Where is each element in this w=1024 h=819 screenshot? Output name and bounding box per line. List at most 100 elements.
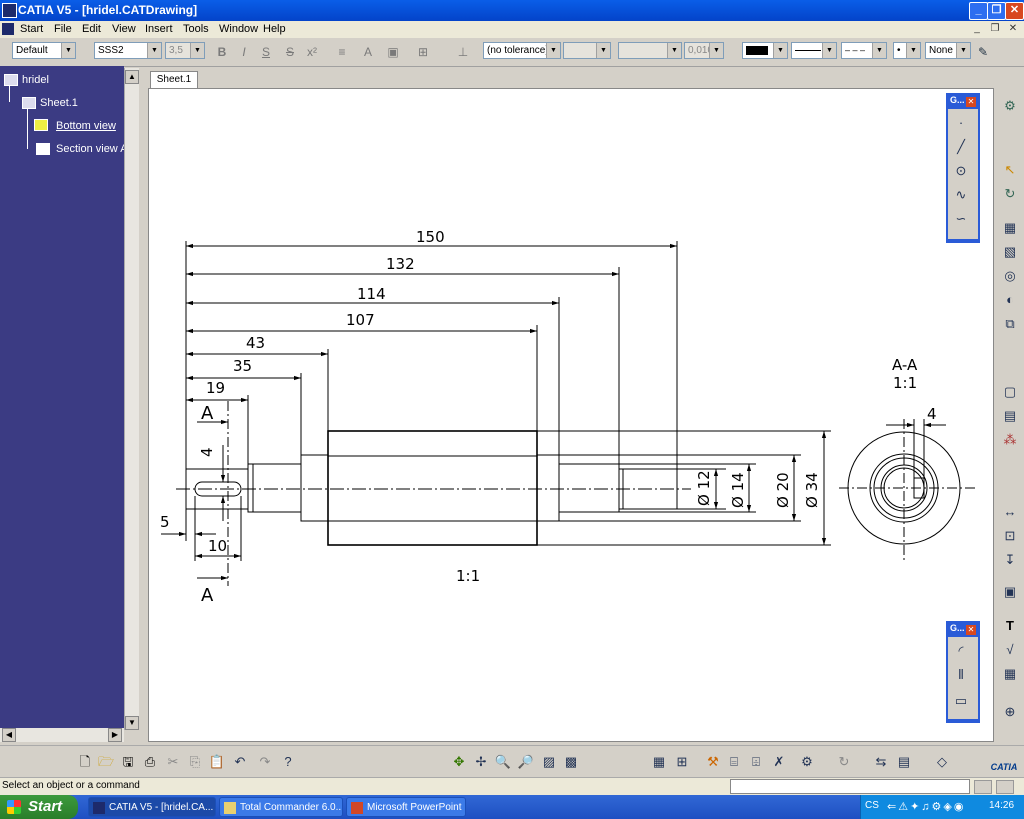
copy-icon[interactable]: ⎘ — [186, 754, 204, 770]
corner-icon[interactable]: ◜ — [950, 641, 972, 661]
point-type-combo[interactable]: • ▼ — [893, 42, 921, 59]
print-icon[interactable]: ⎙ — [141, 754, 159, 770]
open-icon[interactable]: 🗁 — [97, 754, 115, 770]
frame-icon[interactable]: ▣ — [385, 44, 401, 60]
tree-horizontal-scrollbar[interactable]: ◀ ▶ — [0, 728, 124, 742]
power-input-icon[interactable] — [996, 780, 1014, 794]
zoom-in-icon[interactable]: 🔍 — [494, 754, 512, 770]
dimension-system-icon[interactable]: ⇆ — [872, 754, 890, 770]
menu-file[interactable]: File — [54, 23, 72, 35]
menu-help[interactable]: Help — [263, 23, 286, 35]
tolerance-icon[interactable]: ⊥ — [455, 44, 471, 60]
font-size-combo[interactable]: 3,5 ▼ — [165, 42, 205, 59]
font-combo[interactable]: SSS2 ▼ — [94, 42, 162, 59]
task-total-commander[interactable]: Total Commander 6.0... — [219, 797, 343, 817]
app-icon[interactable] — [2, 3, 17, 18]
broken-view-icon[interactable]: ⧉ — [999, 314, 1021, 334]
menu-start[interactable]: Start — [20, 23, 43, 35]
fit-all-icon[interactable]: ✥ — [450, 754, 468, 770]
cut-icon[interactable]: ✂ — [164, 754, 182, 770]
detail-view-icon[interactable]: ◎ — [999, 266, 1021, 286]
menu-window[interactable]: Window — [219, 23, 258, 35]
task-powerpoint[interactable]: Microsoft PowerPoint ... — [346, 797, 466, 817]
doc-close-button[interactable]: ✕ — [1006, 23, 1020, 35]
create-dim-icon[interactable]: ⌸ — [725, 754, 743, 770]
hide-show-icon[interactable]: ▩ — [562, 754, 580, 770]
analysis-icon[interactable]: ⚒ — [704, 754, 722, 770]
select-icon[interactable]: ↖ — [999, 160, 1021, 180]
tree-vertical-scrollbar[interactable]: ▲ ▼ — [124, 68, 139, 730]
tolerance-value-combo[interactable]: ▼ — [563, 42, 611, 59]
menu-view[interactable]: View — [112, 23, 136, 35]
layer-combo[interactable]: Default ▼ — [12, 42, 76, 59]
redo-icon[interactable]: ↷ — [256, 754, 274, 770]
line-type-combo[interactable]: – – – ▼ — [841, 42, 887, 59]
command-input[interactable] — [730, 779, 970, 794]
front-view-icon[interactable]: ▦ — [999, 218, 1021, 238]
sketch-icon[interactable]: ✗ — [770, 754, 788, 770]
roughness-icon[interactable]: √ — [999, 640, 1021, 660]
tray-icons[interactable]: ⇐⚠✦♫⚙◈◉ — [887, 800, 965, 813]
tolerancing-icon[interactable]: ↧ — [999, 550, 1021, 570]
undo-icon[interactable]: ↶ — [231, 754, 249, 770]
line-thickness-combo[interactable]: ▼ — [791, 42, 837, 59]
minimize-button[interactable]: _ — [969, 2, 988, 20]
save-icon[interactable]: 🖫 — [119, 754, 137, 770]
text-frame-icon[interactable]: A — [360, 44, 376, 60]
pan-icon[interactable]: ✢ — [472, 754, 490, 770]
scroll-up-icon[interactable]: ▲ — [125, 70, 139, 84]
menu-edit[interactable]: Edit — [82, 23, 101, 35]
numerical-display-combo[interactable]: ▼ — [618, 42, 682, 59]
pattern-combo[interactable]: None ▼ — [925, 42, 971, 59]
dimension-icon[interactable]: ↔ — [999, 502, 1021, 522]
tree-bottom-view[interactable]: Bottom view — [56, 120, 116, 132]
snap-icon[interactable]: ⊞ — [673, 754, 691, 770]
insert-symbol-icon[interactable]: ⊞ — [415, 44, 431, 60]
stop-icon[interactable] — [974, 780, 992, 794]
point-icon[interactable]: · — [950, 113, 972, 133]
scroll-left-icon[interactable]: ◀ — [2, 728, 16, 742]
precision-combo[interactable]: 0,010 ▼ — [684, 42, 724, 59]
refresh-icon[interactable]: ↻ — [835, 754, 853, 770]
line-icon[interactable]: ╱ — [950, 137, 972, 157]
filter-icon[interactable]: ⌹ — [747, 754, 765, 770]
circle-icon[interactable]: ⊙ — [950, 161, 972, 181]
constraint-icon[interactable]: ▭ — [950, 691, 972, 711]
dimension-tools-icon[interactable]: ⊡ — [999, 526, 1021, 546]
underline-button[interactable]: S — [258, 44, 274, 60]
section-view-icon[interactable]: ▧ — [999, 242, 1021, 262]
text-icon[interactable]: T — [999, 616, 1021, 636]
menu-tools[interactable]: Tools — [183, 23, 209, 35]
tree-section-view[interactable]: Section view A — [56, 143, 124, 155]
generate-icon[interactable]: ⁂ — [999, 430, 1021, 450]
normal-view-icon[interactable]: ▨ — [540, 754, 558, 770]
italic-button[interactable]: I — [236, 44, 252, 60]
sheet-icon[interactable]: ▤ — [895, 754, 913, 770]
paste-icon[interactable]: 📋 — [208, 754, 226, 770]
grid-icon[interactable]: ▦ — [650, 754, 668, 770]
tab-sheet-1[interactable]: Sheet.1 — [150, 71, 198, 89]
tolerance-combo[interactable]: (no tolerance) ▼ — [483, 42, 561, 59]
doc-minimize-button[interactable]: _ — [970, 23, 984, 35]
close-icon[interactable]: ✕ — [966, 625, 976, 635]
new-icon[interactable]: 🗋 — [76, 754, 94, 770]
update-icon[interactable]: ↻ — [999, 184, 1021, 204]
bold-button[interactable]: B — [214, 44, 230, 60]
drawing-canvas[interactable]: 150 132 114 107 43 35 19 A A 4 5 10 Ø 12… — [148, 88, 994, 742]
align-icon[interactable]: ≡ — [334, 44, 350, 60]
doc-icon[interactable] — [2, 23, 14, 35]
new-view-icon[interactable]: ▢ — [999, 382, 1021, 402]
menu-insert[interactable]: Insert — [145, 23, 173, 35]
task-catia[interactable]: CATIA V5 - [hridel.CA... — [88, 797, 216, 817]
geometry-modification-toolbar[interactable]: G... ✕ ◜ ⫴ ▭ — [946, 621, 980, 723]
help-icon[interactable]: ? — [279, 754, 297, 770]
tree-root[interactable]: hridel — [22, 74, 49, 86]
axis-icon[interactable]: ⊕ — [999, 702, 1021, 722]
layer-icon[interactable]: ◇ — [933, 754, 951, 770]
tree-sheet[interactable]: Sheet.1 — [40, 97, 78, 109]
mirror-icon[interactable]: ⫴ — [950, 665, 972, 685]
close-icon[interactable]: ✕ — [966, 97, 976, 107]
geometry-toolbar[interactable]: G... ✕ · ╱ ⊙ ∿ ∽ — [946, 93, 980, 243]
scroll-right-icon[interactable]: ▶ — [108, 728, 122, 742]
doc-restore-button[interactable]: ❐ — [988, 23, 1002, 35]
